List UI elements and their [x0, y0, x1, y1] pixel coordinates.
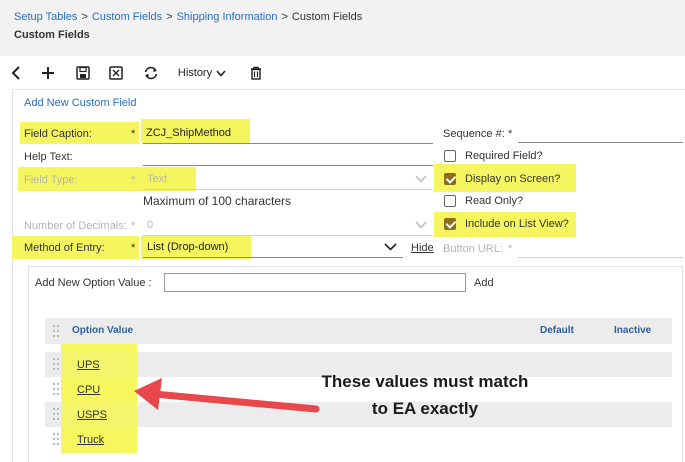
- breadcrumb-separator: >: [166, 11, 173, 23]
- chevron-down-icon: [415, 221, 427, 229]
- option-value-cell[interactable]: Truck: [77, 434, 104, 446]
- include-on-list-view-checkbox[interactable]: [444, 218, 456, 230]
- toolbar: History: [0, 58, 685, 88]
- options-grid-header: [45, 318, 672, 344]
- help-text-underline: [143, 165, 433, 166]
- required-marker: *: [131, 174, 136, 186]
- plus-icon: [42, 67, 54, 79]
- trash-icon: [251, 66, 261, 80]
- annotation-text-line-2: to EA exactly: [371, 399, 479, 418]
- refresh-button[interactable]: [140, 62, 162, 84]
- field-caption-label: Field Caption:: [24, 128, 92, 140]
- display-on-screen-label: Display on Screen?: [465, 173, 561, 185]
- header-bar: [0, 0, 685, 56]
- chevron-down-icon: [384, 243, 397, 251]
- add-option-label: Add New Option Value :: [35, 277, 152, 289]
- breadcrumb-separator: >: [281, 11, 288, 23]
- read-only-checkbox[interactable]: [444, 195, 456, 207]
- history-dropdown[interactable]: History: [174, 62, 230, 84]
- add-option-button[interactable]: Add: [474, 277, 494, 289]
- column-option-value[interactable]: Option Value: [72, 325, 133, 336]
- drag-handle-icon[interactable]: [53, 358, 59, 370]
- required-marker: *: [131, 128, 136, 140]
- include-on-list-view-label: Include on List View?: [465, 218, 569, 230]
- drag-handle-icon[interactable]: [53, 325, 59, 337]
- history-label: History: [177, 67, 213, 79]
- number-of-decimals-select[interactable]: 0: [147, 219, 153, 231]
- field-type-underline: [143, 189, 433, 190]
- annotation-text-line-1: These values must match: [321, 372, 529, 391]
- field-caption-input[interactable]: ZCJ_ShipMethod: [146, 127, 231, 139]
- column-default[interactable]: Default: [540, 325, 574, 336]
- required-marker: *: [131, 242, 136, 254]
- number-of-decimals-label: Number of Decimals:: [24, 220, 127, 232]
- annotation-arrow-icon: [134, 378, 320, 413]
- delete-button[interactable]: [246, 62, 266, 84]
- chevron-down-icon: [415, 175, 427, 183]
- breadcrumb-custom-fields[interactable]: Custom Fields: [92, 11, 162, 23]
- chevron-down-icon: [216, 69, 226, 77]
- required-field-checkbox[interactable]: [444, 150, 456, 162]
- page-title: Custom Fields: [14, 29, 90, 41]
- option-value-cell[interactable]: UPS: [77, 359, 100, 371]
- max-characters-note: Maximum of 100 characters: [143, 194, 292, 208]
- drag-handle-icon[interactable]: [53, 433, 59, 445]
- save-button[interactable]: [73, 62, 93, 84]
- required-marker: *: [508, 128, 513, 140]
- required-marker: *: [508, 243, 513, 255]
- method-of-entry-underline: [143, 257, 403, 258]
- button-url-label: Button URL:: [443, 243, 503, 255]
- section-title: Add New Custom Field: [24, 97, 137, 109]
- add-option-input[interactable]: [164, 273, 466, 292]
- breadcrumb-separator: >: [81, 11, 88, 23]
- method-of-entry-label: Method of Entry:: [24, 242, 105, 254]
- field-caption-underline: [143, 143, 433, 144]
- sequence-label: Sequence #:: [443, 128, 505, 140]
- drag-handle-icon[interactable]: [53, 408, 59, 420]
- method-of-entry-select[interactable]: List (Drop-down): [147, 241, 228, 253]
- breadcrumb-shipping-information[interactable]: Shipping Information: [177, 11, 278, 23]
- sequence-underline: [518, 142, 683, 143]
- column-inactive[interactable]: Inactive: [614, 325, 651, 336]
- breadcrumb: Setup Tables > Custom Fields > Shipping Info…: [14, 11, 362, 23]
- add-button[interactable]: [38, 62, 58, 84]
- back-button[interactable]: [6, 62, 26, 84]
- required-marker: *: [131, 220, 136, 232]
- breadcrumb-current: Custom Fields: [291, 11, 363, 23]
- help-text-label: Help Text:: [24, 151, 73, 163]
- save-close-button[interactable]: [106, 62, 126, 84]
- refresh-icon: [144, 66, 158, 80]
- hide-link[interactable]: Hide: [411, 242, 434, 254]
- read-only-label: Read Only?: [465, 195, 524, 207]
- breadcrumb-setup-tables[interactable]: Setup Tables: [14, 11, 77, 23]
- display-on-screen-checkbox[interactable]: [444, 173, 456, 185]
- number-of-decimals-underline: [143, 235, 433, 236]
- button-url-underline: [518, 257, 683, 258]
- option-value-cell[interactable]: USPS: [77, 409, 107, 421]
- required-field-label: Required Field?: [465, 150, 543, 162]
- chevron-left-icon: [11, 66, 20, 80]
- save-close-icon: [109, 66, 123, 80]
- save-icon: [76, 66, 90, 80]
- field-type-select[interactable]: Text: [147, 173, 167, 185]
- table-row: [45, 427, 672, 452]
- field-type-label: Field Type:: [24, 174, 78, 186]
- option-value-cell[interactable]: CPU: [77, 384, 100, 396]
- drag-handle-icon[interactable]: [53, 383, 59, 395]
